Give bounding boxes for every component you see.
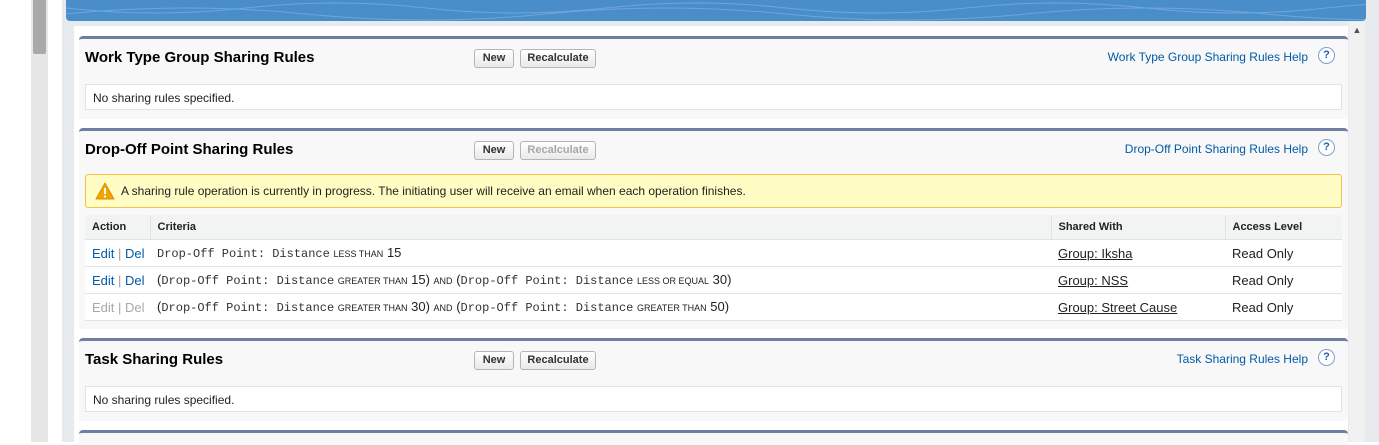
help-link[interactable]: Work Type Group Sharing Rules Help xyxy=(1108,50,1308,64)
sharing-rules-table: Action Criteria Shared With Access Level… xyxy=(85,215,1342,321)
criteria-operator: GREATER THAN xyxy=(337,276,408,286)
in-progress-warning: A sharing rule operation is currently in… xyxy=(85,174,1342,208)
new-button[interactable]: New xyxy=(474,141,514,160)
delete-link: Del xyxy=(125,299,145,315)
criteria-field: Drop-Off Point: Distance xyxy=(460,301,634,315)
criteria-field: Drop-Off Point: Distance xyxy=(157,247,330,261)
criteria-operator: GREATER THAN xyxy=(337,303,408,313)
criteria-field: Drop-Off Point: Distance xyxy=(161,301,335,315)
criteria-field: Drop-Off Point: Distance xyxy=(460,274,634,288)
warning-triangle-icon xyxy=(95,182,115,200)
column-header-shared-with: Shared With xyxy=(1051,215,1226,240)
table-row: Edit | Del (Drop-Off Point: Distance GRE… xyxy=(85,266,1342,294)
action-separator: | xyxy=(118,245,122,261)
criteria-value: 50 xyxy=(710,299,725,314)
drop-off-point-sharing-rules-section: Drop-Off Point Sharing Rules New Recalcu… xyxy=(79,128,1348,329)
action-separator: | xyxy=(118,299,122,315)
action-cell: Edit | Del xyxy=(85,239,150,267)
right-scrollbar[interactable] xyxy=(1349,22,1365,442)
next-sharing-rules-section xyxy=(79,430,1348,445)
action-separator: | xyxy=(118,272,122,288)
recalculate-button[interactable]: Recalculate xyxy=(520,351,596,370)
access-level-cell: Read Only xyxy=(1225,293,1342,321)
edit-link[interactable]: Edit xyxy=(92,246,114,261)
new-button[interactable]: New xyxy=(474,351,514,370)
action-cell: Edit | Del xyxy=(85,293,150,321)
criteria-conjunction: AND xyxy=(433,276,453,286)
empty-rules-message: No sharing rules specified. xyxy=(85,386,1342,412)
table-row: Edit | Del (Drop-Off Point: Distance GRE… xyxy=(85,293,1342,321)
column-header-action: Action xyxy=(85,215,151,240)
criteria-conjunction: AND xyxy=(433,303,453,313)
criteria-cell: Drop-Off Point: Distance LESS THAN 15 xyxy=(150,239,1051,267)
header-banner xyxy=(66,0,1366,21)
edit-link: Edit xyxy=(92,299,115,315)
section-title: Task Sharing Rules xyxy=(85,351,224,368)
criteria-operator: LESS OR EQUAL xyxy=(636,276,710,286)
shared-with-link[interactable]: Group: Street Cause xyxy=(1058,300,1177,315)
access-level-cell: Read Only xyxy=(1225,239,1342,267)
shared-with-link[interactable]: Group: NSS xyxy=(1058,273,1128,288)
table-row: Edit | Del Drop-Off Point: Distance LESS… xyxy=(85,239,1342,267)
task-sharing-rules-section: Task Sharing Rules New Recalculate Task … xyxy=(79,338,1348,421)
criteria-operator: GREATER THAN xyxy=(636,303,707,313)
column-header-criteria: Criteria xyxy=(150,215,1052,240)
recalculate-button[interactable]: Recalculate xyxy=(520,49,596,68)
criteria-value: 30 xyxy=(411,299,426,314)
shared-with-cell: Group: Street Cause xyxy=(1051,293,1225,321)
table-header-row: Action Criteria Shared With Access Level xyxy=(85,215,1342,240)
action-cell: Edit | Del xyxy=(85,266,150,294)
new-button[interactable]: New xyxy=(474,49,514,68)
access-level-cell: Read Only xyxy=(1225,266,1342,294)
criteria-value: 15 xyxy=(386,245,402,260)
criteria-value: 15 xyxy=(411,272,426,287)
help-question-icon[interactable]: ? xyxy=(1318,139,1335,156)
shared-with-cell: Group: NSS xyxy=(1051,266,1225,294)
column-header-access-level: Access Level xyxy=(1225,215,1342,240)
criteria-value: 30 xyxy=(712,272,728,287)
criteria-operator: LESS THAN xyxy=(333,249,384,259)
left-scrollbar-thumb[interactable] xyxy=(33,0,46,54)
header-wave-pattern xyxy=(66,2,1366,21)
criteria-field: Drop-Off Point: Distance xyxy=(161,274,335,288)
left-scrollbar[interactable] xyxy=(31,0,48,442)
delete-link[interactable]: Del xyxy=(125,246,145,261)
shared-with-link[interactable]: Group: Iksha xyxy=(1058,246,1132,261)
warning-text: A sharing rule operation is currently in… xyxy=(121,184,746,198)
criteria-cell: (Drop-Off Point: Distance GREATER THAN 1… xyxy=(150,266,1051,294)
criteria-cell: (Drop-Off Point: Distance GREATER THAN 3… xyxy=(150,293,1051,321)
work-type-group-sharing-rules-section: Work Type Group Sharing Rules New Recalc… xyxy=(79,36,1348,119)
help-question-icon[interactable]: ? xyxy=(1318,349,1335,366)
empty-rules-message: No sharing rules specified. xyxy=(85,84,1342,110)
shared-with-cell: Group: Iksha xyxy=(1051,239,1225,267)
help-link[interactable]: Drop-Off Point Sharing Rules Help xyxy=(1125,142,1308,156)
help-question-icon[interactable]: ? xyxy=(1318,47,1335,64)
edit-link[interactable]: Edit xyxy=(92,273,114,288)
help-link[interactable]: Task Sharing Rules Help xyxy=(1177,352,1308,366)
section-title: Drop-Off Point Sharing Rules xyxy=(85,141,294,158)
chevron-up-icon[interactable]: ▲ xyxy=(1350,24,1364,36)
section-title: Work Type Group Sharing Rules xyxy=(85,49,315,66)
recalculate-button: Recalculate xyxy=(520,141,596,160)
delete-link[interactable]: Del xyxy=(125,273,145,288)
